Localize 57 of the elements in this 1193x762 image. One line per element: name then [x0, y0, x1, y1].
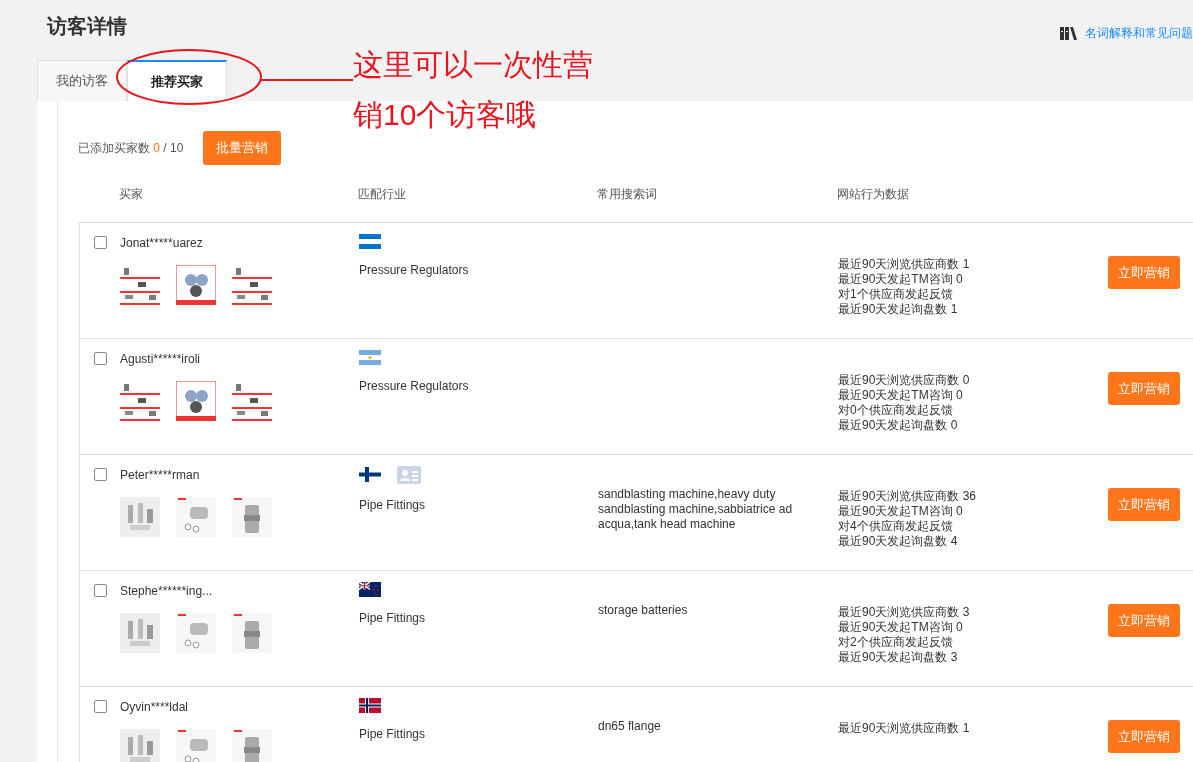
stat-line: 最近90天发起TM咨询 0 — [838, 387, 964, 403]
tab[interactable]: 推荐买家 — [127, 60, 227, 101]
checkbox[interactable] — [94, 351, 107, 365]
column-header: 匹配行业 — [358, 185, 407, 203]
stat-line: 最近90天浏览供应商数 36 — [838, 488, 978, 504]
column-header: 常用搜索词 — [597, 185, 658, 203]
industry-text: Pipe Fittings — [359, 496, 427, 514]
help-link[interactable]: 名词解释和常见问题 — [1085, 24, 1193, 42]
buyer-name: Agusti******iroli — [120, 350, 202, 368]
stat-line: 最近90天发起询盘数 0 — [838, 417, 959, 433]
flag-icon — [359, 581, 381, 597]
market-now-button[interactable]: 立即营销 — [1108, 255, 1180, 289]
industry-text: Pressure Regulators — [359, 377, 470, 395]
stat-line: 最近90天发起TM咨询 0 — [838, 619, 964, 635]
flag-icon — [359, 233, 381, 249]
annotation-text: 这里可以一次性营销10个访客哦 — [353, 47, 594, 133]
stat-line: 对2个供应商发起反馈 — [838, 634, 954, 650]
stat-line: 对1个供应商发起反馈 — [838, 286, 954, 302]
checkbox[interactable] — [94, 583, 107, 597]
search-terms-text: dn65 flange — [598, 718, 662, 734]
market-now-button[interactable]: 立即营销 — [1108, 603, 1180, 637]
buyer-name: Stephe******ing... — [120, 582, 214, 600]
checkbox[interactable] — [94, 467, 107, 481]
search-terms-text: sandblasting machine,heavy duty sandblasting machine,sabbiatrice ad acqua,tank head machine — [598, 486, 794, 532]
flag-icon — [359, 467, 381, 482]
tab[interactable]: 我的访客 — [37, 60, 127, 101]
checkbox[interactable] — [94, 235, 107, 249]
market-now-button[interactable]: 立即营销 — [1108, 487, 1180, 521]
stat-line: 最近90天浏览供应商数 1 — [838, 256, 971, 272]
bulk-marketing-button[interactable]: 批量营销 — [203, 131, 282, 165]
checkbox[interactable] — [94, 699, 107, 713]
column-header: 网站行为数据 — [837, 185, 910, 203]
column-header: 买家 — [119, 185, 144, 203]
flag-icon — [359, 697, 381, 713]
market-now-button[interactable]: 立即营销 — [1108, 371, 1180, 405]
buyer-name: Peter*****rman — [120, 466, 201, 484]
stat-line: 最近90天发起询盘数 1 — [838, 301, 959, 317]
stat-line: 对4个供应商发起反馈 — [838, 518, 954, 534]
flag-icon — [359, 349, 381, 365]
buyer-name: Jonat*****uarez — [120, 234, 204, 252]
stat-line: 最近90天发起TM咨询 0 — [838, 271, 964, 287]
buyer-name: Oyvin****ldal — [120, 698, 190, 716]
market-now-button[interactable]: 立即营销 — [1108, 719, 1180, 753]
stat-line: 最近90天发起询盘数 4 — [838, 533, 959, 549]
industry-text: Pipe Fittings — [359, 609, 427, 627]
stat-line: 最近90天发起TM咨询 0 — [838, 503, 964, 519]
books-icon — [1060, 26, 1077, 40]
stat-line: 最近90天浏览供应商数 0 — [838, 372, 971, 388]
page-title: 访客详情 — [47, 14, 127, 38]
stat-line: 最近90天浏览供应商数 3 — [838, 604, 971, 620]
search-terms-text: storage batteries — [598, 602, 689, 618]
stat-line: 最近90天发起询盘数 3 — [838, 649, 959, 665]
industry-text: Pressure Regulators — [359, 261, 470, 279]
added-buyers-count: 已添加买家数 0 / 10 — [78, 139, 184, 157]
stat-line: 对0个供应商发起反馈 — [838, 402, 954, 418]
industry-text: Pipe Fittings — [359, 725, 427, 743]
stat-line: 最近90天浏览供应商数 1 — [838, 720, 971, 736]
